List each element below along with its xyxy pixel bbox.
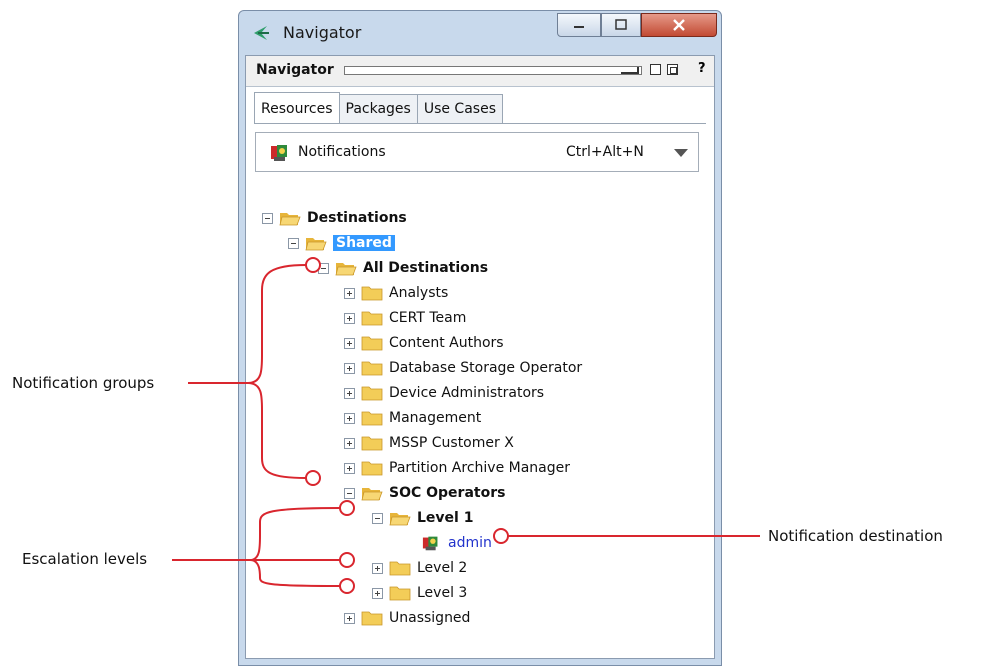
callout-marker <box>305 470 321 486</box>
callout-marker <box>339 500 355 516</box>
callout-marker <box>339 578 355 594</box>
annotation-escalation-levels: Escalation levels <box>22 550 148 568</box>
callout-levels-top <box>249 507 341 561</box>
callout-lines <box>172 257 760 594</box>
callout-marker <box>493 528 509 544</box>
callout-marker <box>339 552 355 568</box>
callout-marker <box>305 257 321 273</box>
callout-groups-top <box>247 264 307 384</box>
callout-groups-bottom <box>247 382 307 479</box>
callout-levels-bottom <box>249 559 341 587</box>
annotation-notification-destination: Notification destination <box>768 527 943 545</box>
annotation-notification-groups: Notification groups <box>12 374 155 392</box>
